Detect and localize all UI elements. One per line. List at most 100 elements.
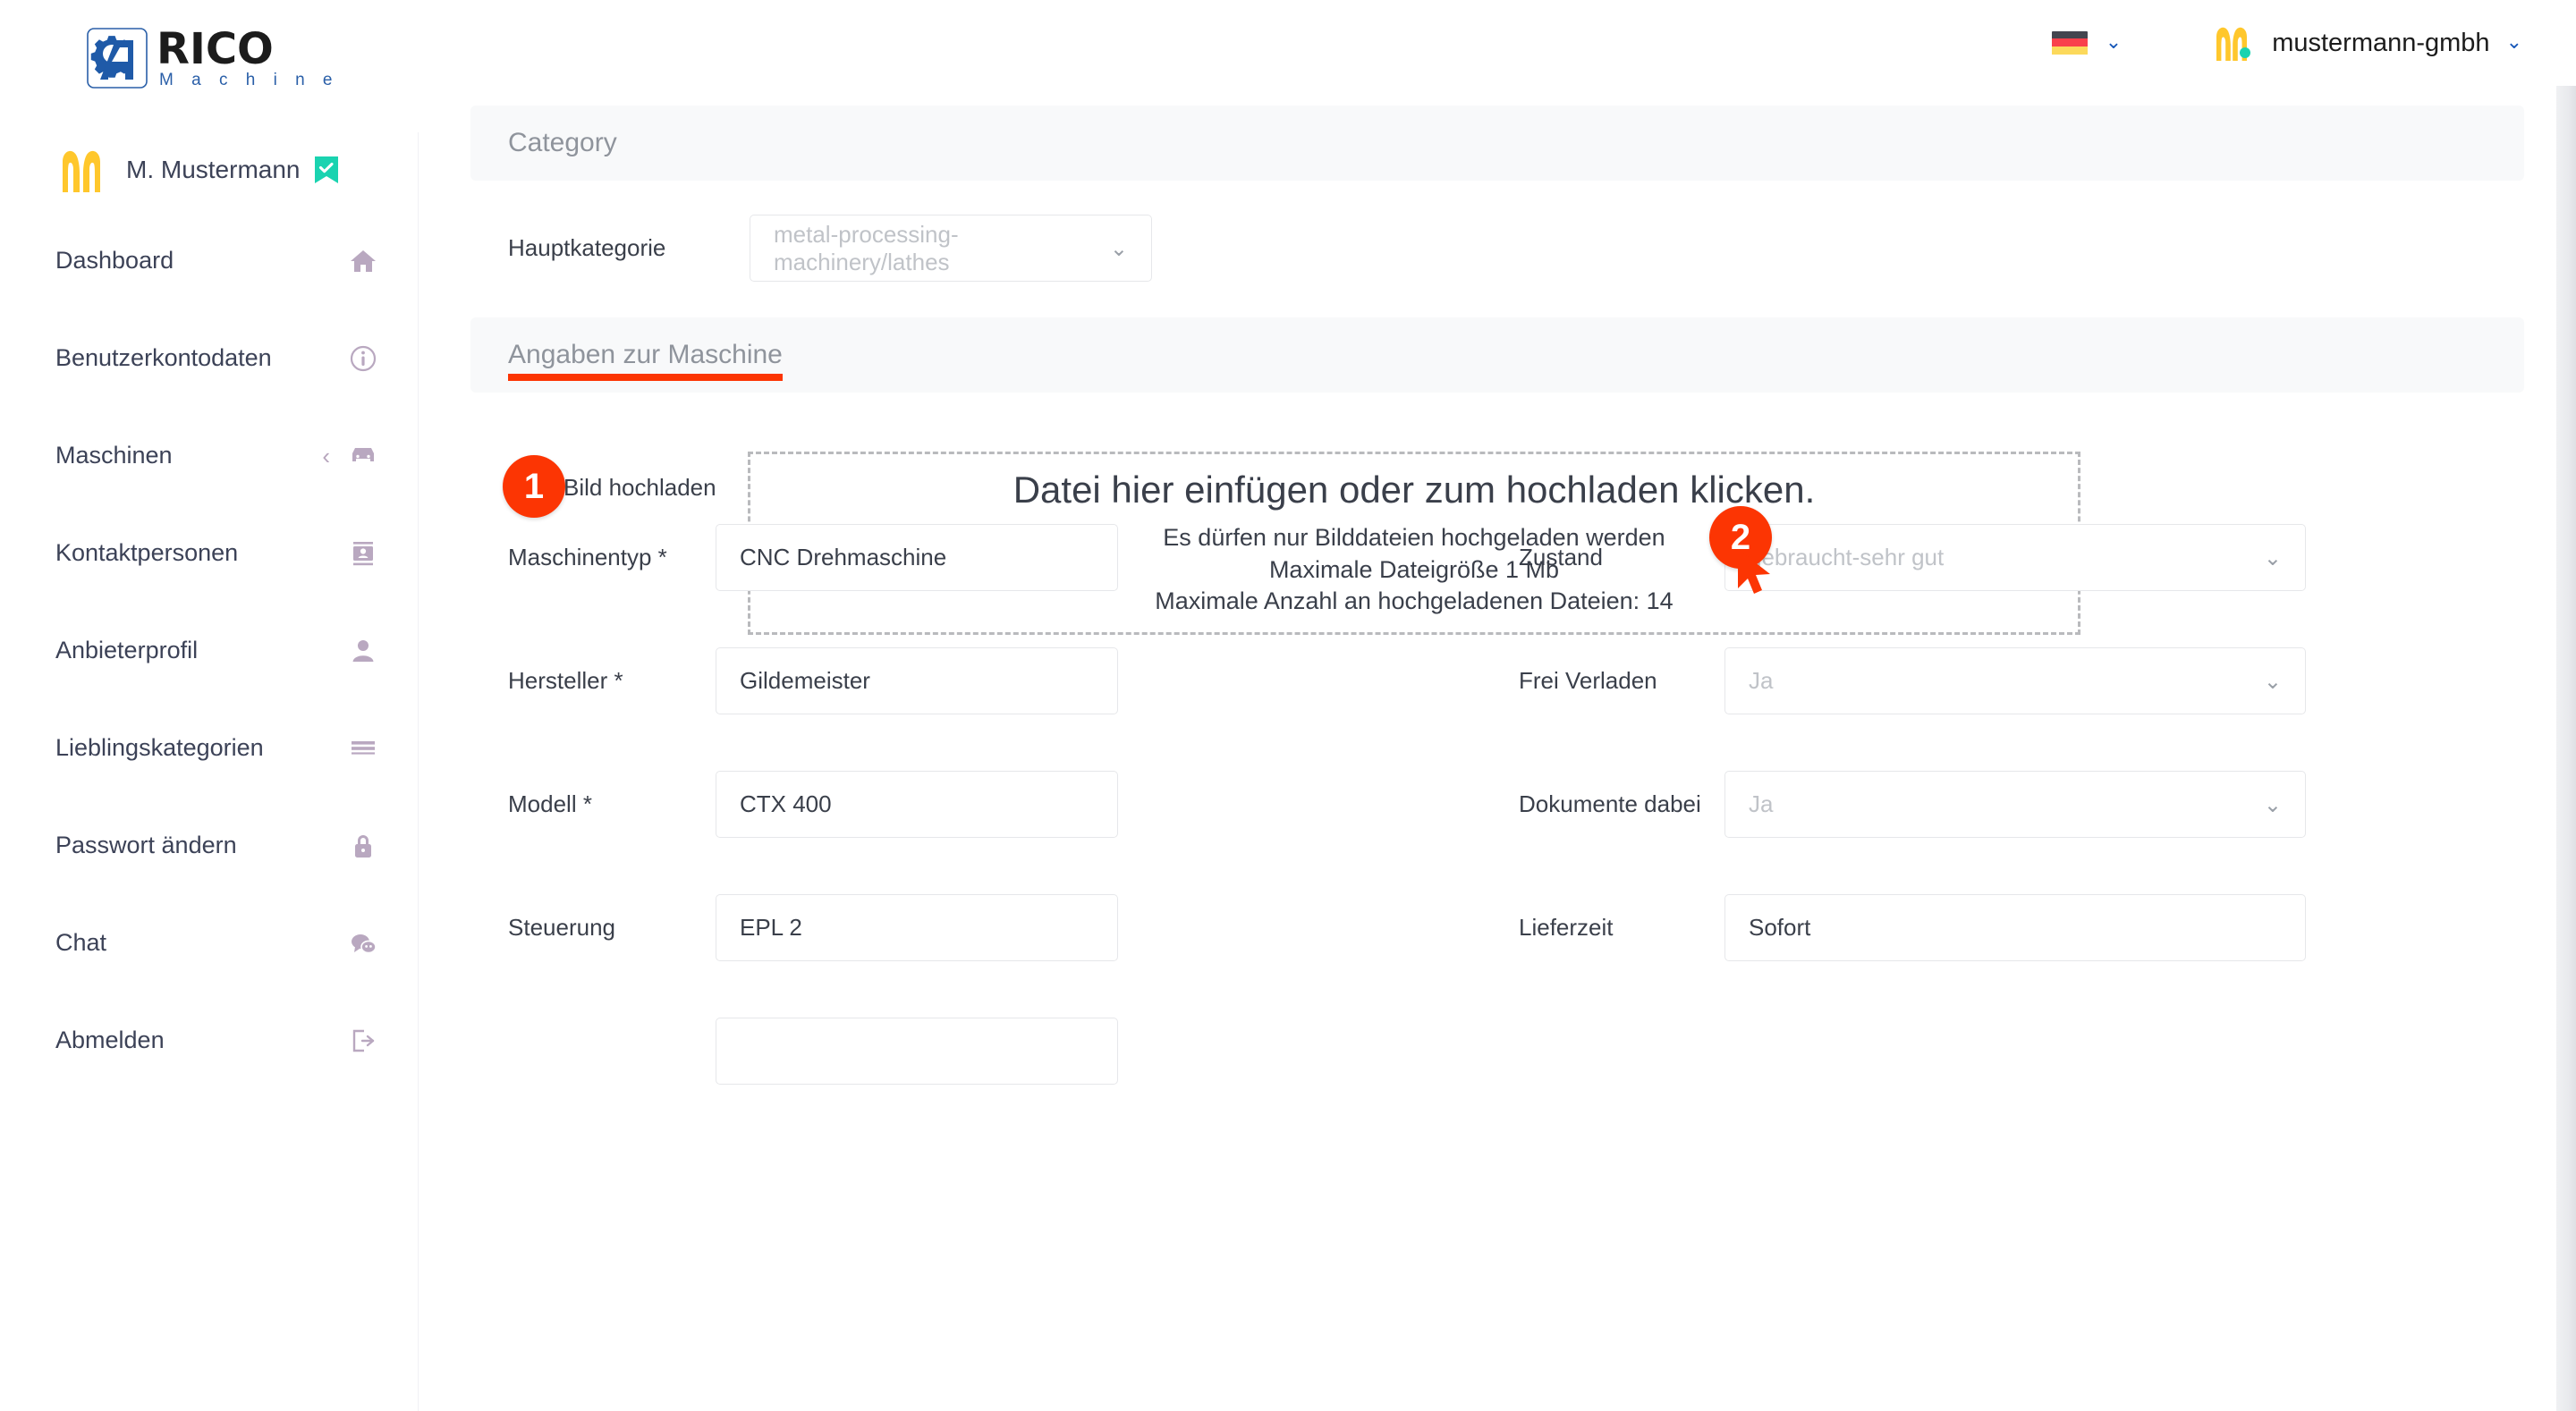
- section-title: Angaben zur Maschine: [508, 340, 783, 381]
- maschinentyp-value: CNC Drehmaschine: [740, 544, 947, 570]
- account-name: mustermann-gmbh: [2272, 28, 2490, 57]
- sidebar-item-label: Maschinen: [55, 442, 173, 469]
- contacts-icon: [350, 540, 377, 567]
- dokumente-dabei-row: Dokumente dabei Ja ⌄: [1519, 771, 2524, 838]
- maschinentyp-label: Maschinentyp *: [508, 544, 667, 570]
- hauptkategorie-select[interactable]: metal-processing-machinery/lathes ⌄: [750, 215, 1152, 282]
- sidebar-item-label: Chat: [55, 929, 107, 956]
- frei-verladen-label: Frei Verladen: [1519, 667, 1657, 694]
- chevron-down-icon[interactable]: ⌄: [2106, 33, 2122, 53]
- next-field-input[interactable]: [716, 1018, 1118, 1085]
- modell-value: CTX 400: [740, 790, 832, 817]
- sidebar-item-lieblingskategorien[interactable]: Lieblingskategorien: [0, 723, 419, 773]
- lieferzeit-label: Lieferzeit: [1519, 914, 1614, 941]
- frei-verladen-value: Ja: [1749, 667, 1774, 694]
- hersteller-value: Gildemeister: [740, 667, 870, 694]
- steuerung-value: EPL 2: [740, 914, 802, 941]
- next-field-row-partial: [470, 1018, 1445, 1085]
- logout-icon: [350, 1027, 377, 1054]
- info-icon: [350, 345, 377, 372]
- sidebar-item-dashboard[interactable]: Dashboard: [0, 236, 419, 285]
- rico-gear-logo-icon: [85, 26, 149, 90]
- sidebar-nav: Dashboard Benutzerkontodaten Maschinen ‹…: [0, 236, 419, 1065]
- home-icon: [350, 248, 377, 275]
- sidebar-item-chat[interactable]: Chat: [0, 918, 419, 967]
- chevron-down-icon: ⌄: [1109, 235, 1128, 261]
- dropzone-title: Datei hier einfügen oder zum hochladen k…: [1013, 469, 1816, 511]
- brand-logo[interactable]: RICO M a c h i n e: [0, 0, 419, 116]
- brand-name: RICO: [157, 24, 274, 74]
- sidebar-item-kontaktpersonen[interactable]: Kontaktpersonen: [0, 528, 419, 578]
- dokumente-dabei-select[interactable]: Ja ⌄: [1724, 771, 2306, 838]
- sidebar-item-benutzerkontodaten[interactable]: Benutzerkontodaten: [0, 334, 419, 383]
- sidebar-item-abmelden[interactable]: Abmelden: [0, 1016, 419, 1065]
- list-icon: [350, 735, 377, 762]
- sidebar-item-label: Dashboard: [55, 247, 174, 274]
- upload-label: Bild hochladen: [564, 473, 716, 501]
- frei-verladen-select[interactable]: Ja ⌄: [1724, 647, 2306, 714]
- steuerung-label: Steuerung: [508, 914, 615, 941]
- lieferzeit-row: Lieferzeit Sofort: [1519, 894, 2524, 961]
- section-title: Category: [508, 128, 617, 157]
- german-flag-icon: [2051, 30, 2088, 55]
- sidebar-item-label: Abmelden: [55, 1027, 165, 1053]
- topbar: ⌄ mustermann-gmbh ⌄: [419, 0, 2576, 86]
- hersteller-row: Hersteller * Gildemeister: [470, 647, 1445, 714]
- chevron-left-icon[interactable]: ‹: [322, 444, 330, 468]
- sidebar-user[interactable]: M. Mustermann: [0, 136, 419, 204]
- modell-label: Modell *: [508, 790, 592, 817]
- chat-icon: [350, 930, 377, 957]
- machine-form-grid: Maschinentyp * CNC Drehmaschine Herstell…: [470, 524, 2524, 1085]
- sidebar-item-label: Lieblingskategorien: [55, 734, 264, 761]
- form-column-left: Maschinentyp * CNC Drehmaschine Herstell…: [470, 524, 1445, 1085]
- sidebar-item-anbieterprofil[interactable]: Anbieterprofil: [0, 626, 419, 675]
- lock-icon: [350, 832, 377, 859]
- category-section-header: Category: [470, 106, 2524, 181]
- sidebar-item-maschinen[interactable]: Maschinen ‹: [0, 431, 419, 480]
- account-menu[interactable]: mustermann-gmbh ⌄: [2211, 23, 2522, 63]
- sidebar-item-label: Kontaktpersonen: [55, 539, 239, 566]
- chevron-down-icon: ⌄: [2263, 668, 2282, 694]
- zustand-row: Zustand gebraucht-sehr gut ⌄: [1519, 524, 2524, 591]
- maschinentyp-input[interactable]: CNC Drehmaschine: [716, 524, 1118, 591]
- steuerung-input[interactable]: EPL 2: [716, 894, 1118, 961]
- verified-check-icon: [314, 156, 338, 183]
- maschinentyp-row: Maschinentyp * CNC Drehmaschine: [470, 524, 1445, 591]
- sidebar-item-passwort-aendern[interactable]: Passwort ändern: [0, 821, 419, 870]
- zustand-label: Zustand: [1519, 544, 1603, 570]
- chevron-down-icon: ⌄: [2263, 545, 2282, 570]
- machine-icon: [350, 443, 377, 469]
- mouse-pointer-icon: [1734, 547, 1781, 599]
- sidebar-item-label: Benutzerkontodaten: [55, 344, 272, 371]
- lieferzeit-input[interactable]: Sofort: [1724, 894, 2306, 961]
- sidebar-user-name: M. Mustermann: [126, 156, 301, 183]
- frei-verladen-row: Frei Verladen Ja ⌄: [1519, 647, 2524, 714]
- brand-subtitle: M a c h i n e: [159, 71, 339, 89]
- content-scroll-area: Category Hauptkategorie metal-processing…: [419, 86, 2576, 1411]
- form-column-right: Zustand gebraucht-sehr gut ⌄ Frei Verlad…: [1445, 524, 2524, 1085]
- main-scrollbar[interactable]: [2556, 86, 2576, 1411]
- machine-section-header: Angaben zur Maschine: [470, 317, 2524, 393]
- person-icon: [350, 638, 377, 664]
- chevron-down-icon[interactable]: ⌄: [2506, 33, 2522, 53]
- sidebar-item-label: Passwort ändern: [55, 832, 237, 858]
- user-avatar: [55, 146, 107, 194]
- sidebar-item-label: Anbieterprofil: [55, 637, 199, 663]
- chevron-down-icon: ⌄: [2263, 791, 2282, 817]
- modell-input[interactable]: CTX 400: [716, 771, 1118, 838]
- hauptkategorie-label: Hauptkategorie: [508, 234, 666, 261]
- account-avatar: [2211, 23, 2252, 63]
- upload-label-col: 1 Bild hochladen: [503, 452, 750, 523]
- dokumente-dabei-value: Ja: [1749, 790, 1774, 817]
- zustand-select[interactable]: gebraucht-sehr gut ⌄: [1724, 524, 2306, 591]
- hauptkategorie-value: metal-processing-machinery/lathes: [774, 220, 959, 275]
- sidebar: RICO M a c h i n e M. Mustermann Dashboa…: [0, 0, 445, 1411]
- app-root: RICO M a c h i n e M. Mustermann Dashboa…: [0, 0, 2576, 1411]
- hersteller-input[interactable]: Gildemeister: [716, 647, 1118, 714]
- dokumente-dabei-label: Dokumente dabei: [1519, 790, 1701, 817]
- steuerung-row: Steuerung EPL 2: [470, 894, 1445, 961]
- language-selector[interactable]: ⌄: [2051, 30, 2122, 55]
- hauptkategorie-row: Hauptkategorie metal-processing-machiner…: [470, 215, 2524, 282]
- step-badge-1: 1: [503, 455, 565, 518]
- hersteller-label: Hersteller *: [508, 667, 623, 694]
